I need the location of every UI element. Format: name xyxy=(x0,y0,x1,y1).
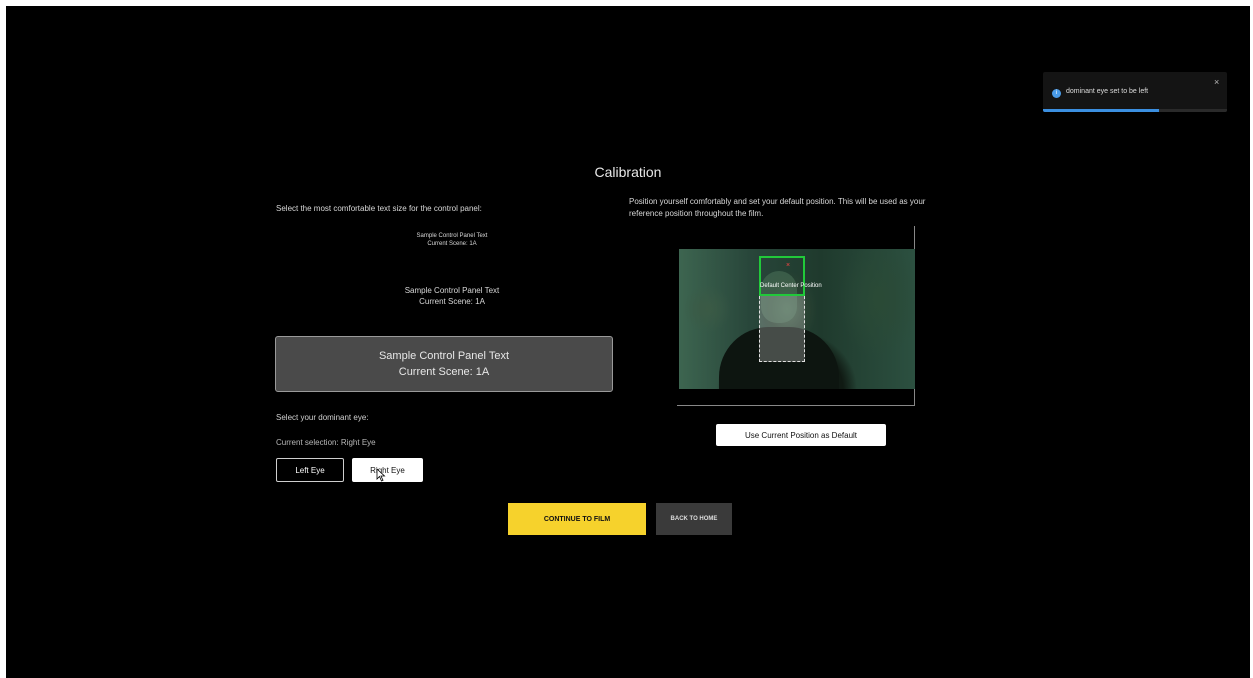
toast-message: dominant eye set to be left xyxy=(1066,88,1149,95)
sample-line2: Current Scene: 1A xyxy=(427,241,477,248)
text-size-instruction-text: Select the most comfortable text size fo… xyxy=(276,204,482,213)
page-title: Calibration xyxy=(594,164,662,180)
sample-line2: Current Scene: 1A xyxy=(419,296,485,306)
text-size-option-large[interactable]: Sample Control Panel Text Current Scene:… xyxy=(275,336,613,392)
dominant-eye-current: Current selection: Right Eye xyxy=(276,438,376,447)
position-instruction: Position yourself comfortably and set yo… xyxy=(629,197,926,218)
toast-progress-fill xyxy=(1043,109,1159,112)
default-position-region xyxy=(759,296,805,362)
left-eye-button[interactable]: Left Eye xyxy=(276,458,344,482)
default-center-label: Default Center Position xyxy=(760,283,822,289)
text-size-option-small[interactable]: Sample Control Panel Text Current Scene:… xyxy=(282,232,622,248)
face-tracking-box xyxy=(759,256,805,296)
continue-to-film-button[interactable]: CONTINUE TO FILM xyxy=(508,503,646,535)
right-eye-button[interactable]: Right Eye xyxy=(352,458,423,482)
calibration-screen: i dominant eye set to be left × Calibrat… xyxy=(6,6,1250,678)
mouse-cursor-icon xyxy=(376,468,386,482)
sample-line1: Sample Control Panel Text xyxy=(404,286,500,295)
text-size-instruction: Select the most comfortable text size fo… xyxy=(276,198,482,216)
close-icon[interactable]: × xyxy=(1214,77,1219,87)
dominant-eye-label: Select your dominant eye: xyxy=(276,413,369,422)
text-size-option-medium[interactable]: Sample Control Panel Text Current Scene:… xyxy=(282,286,622,308)
use-current-position-button[interactable]: Use Current Position as Default xyxy=(716,424,886,446)
toast-progress-bar xyxy=(1043,109,1227,112)
info-icon: i xyxy=(1052,89,1061,98)
face-marker-icon: × xyxy=(786,262,791,269)
sample-line1: Sample Control Panel Text xyxy=(378,349,510,362)
back-to-home-button[interactable]: BACK TO HOME xyxy=(656,503,732,535)
sample-line1: Sample Control Panel Text xyxy=(416,233,488,239)
sample-line2: Current Scene: 1A xyxy=(398,366,490,378)
notification-toast: i dominant eye set to be left × xyxy=(1043,72,1227,112)
